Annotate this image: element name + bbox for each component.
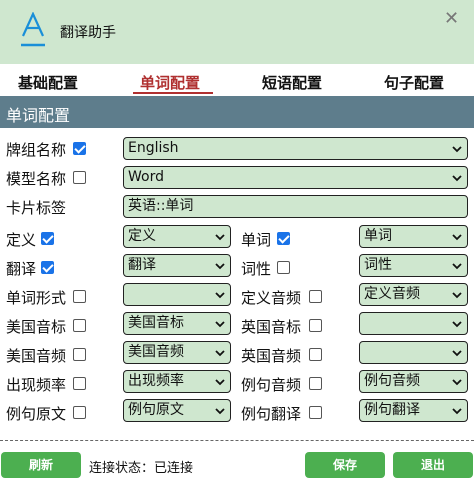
field-label-part-of-speech: 词性	[241, 260, 272, 278]
deck-name-select[interactable]: English	[123, 137, 468, 160]
chevron-down-icon	[452, 321, 462, 328]
close-icon[interactable]: ✕	[444, 8, 459, 29]
checkbox-frequency[interactable]	[73, 377, 86, 390]
select-word[interactable]: 单词	[359, 225, 468, 248]
tab-phrase-config[interactable]: 短语配置	[262, 72, 322, 93]
chevron-down-icon	[215, 350, 225, 357]
section-title: 单词配置	[6, 106, 71, 125]
select-uk-audio[interactable]	[359, 341, 468, 364]
model-name-label: 模型名称	[6, 170, 67, 188]
select-value: 出现频率	[128, 373, 184, 389]
chevron-down-icon	[215, 321, 225, 328]
field-label-example-translation: 例句翻译	[241, 405, 302, 423]
select-value: 单词	[364, 228, 392, 244]
select-value: 美国音标	[128, 315, 184, 331]
select-example-audio[interactable]: 例句音频	[359, 370, 468, 393]
deck-name-label: 牌组名称	[6, 141, 67, 159]
tab-bar: 基础配置 单词配置 短语配置 句子配置	[0, 64, 474, 96]
select-value: 美国音频	[128, 344, 184, 360]
connection-status: 连接状态：已连接	[89, 461, 194, 476]
checkbox-example-translation[interactable]	[309, 406, 322, 419]
checkbox-example-audio[interactable]	[309, 377, 322, 390]
field-label-frequency: 出现频率	[6, 376, 67, 394]
chevron-down-icon	[215, 408, 225, 415]
chevron-down-icon	[452, 408, 462, 415]
model-name-select[interactable]: Word	[123, 166, 468, 189]
checkbox-uk-audio[interactable]	[309, 348, 322, 361]
active-tab-indicator	[133, 92, 213, 94]
field-label-translation: 翻译	[6, 260, 37, 278]
checkbox-us-phonetic[interactable]	[73, 319, 86, 332]
select-us-audio[interactable]: 美国音频	[123, 341, 231, 364]
select-value: 例句原文	[128, 402, 184, 418]
field-label-us-audio: 美国音频	[6, 347, 67, 365]
select-value: 例句音频	[364, 373, 420, 389]
field-label-example-original: 例句原文	[6, 405, 67, 423]
select-translation[interactable]: 翻译	[123, 254, 231, 277]
chevron-down-icon	[452, 263, 462, 270]
select-definition[interactable]: 定义	[123, 225, 231, 248]
chevron-down-icon	[452, 379, 462, 386]
select-definition-audio[interactable]: 定义音频	[359, 283, 468, 306]
field-label-uk-phonetic: 英国音标	[241, 318, 302, 336]
model-name-value: Word	[128, 169, 164, 185]
tab-word-config[interactable]: 单词配置	[140, 72, 200, 93]
chevron-down-icon	[452, 146, 462, 153]
select-us-phonetic[interactable]: 美国音标	[123, 312, 231, 335]
select-word-forms[interactable]	[123, 283, 231, 306]
checkbox-definition-audio[interactable]	[309, 290, 322, 303]
section-header: 单词配置	[0, 96, 474, 128]
checkbox-example-original[interactable]	[73, 406, 86, 419]
field-label-word: 单词	[241, 231, 272, 249]
checkbox-word-forms[interactable]	[73, 290, 86, 303]
select-part-of-speech[interactable]: 词性	[359, 254, 468, 277]
checkbox-us-audio[interactable]	[73, 348, 86, 361]
field-label-us-phonetic: 美国音标	[6, 318, 67, 336]
refresh-button[interactable]: 刷新	[1, 452, 81, 478]
title-bar: 翻译助手 ✕	[0, 0, 474, 64]
deck-name-value: English	[128, 140, 179, 156]
field-label-definition: 定义	[6, 231, 37, 249]
save-button[interactable]: 保存	[305, 452, 385, 478]
checkbox-uk-phonetic[interactable]	[309, 319, 322, 332]
field-label-word-forms: 单词形式	[6, 289, 67, 307]
chevron-down-icon	[215, 292, 225, 299]
chevron-down-icon	[215, 234, 225, 241]
exit-button[interactable]: 退出	[393, 452, 473, 478]
checkbox-translation[interactable]	[41, 261, 54, 274]
checkbox-definition[interactable]	[41, 232, 54, 245]
chevron-down-icon	[452, 234, 462, 241]
field-label-uk-audio: 英国音频	[241, 347, 302, 365]
chevron-down-icon	[215, 263, 225, 270]
deck-name-checkbox[interactable]	[73, 142, 86, 155]
footer-divider	[0, 440, 474, 441]
checkbox-part-of-speech[interactable]	[277, 261, 290, 274]
select-example-original[interactable]: 例句原文	[123, 399, 231, 422]
card-tags-input[interactable]: 英语::单词	[123, 195, 468, 218]
checkbox-word[interactable]	[277, 232, 290, 245]
field-label-definition-audio: 定义音频	[241, 289, 302, 307]
field-label-example-audio: 例句音频	[241, 376, 302, 394]
app-logo-icon	[21, 12, 45, 47]
chevron-down-icon	[215, 379, 225, 386]
select-frequency[interactable]: 出现频率	[123, 370, 231, 393]
select-example-translation[interactable]: 例句翻译	[359, 399, 468, 422]
select-uk-phonetic[interactable]	[359, 312, 468, 335]
app-title: 翻译助手	[60, 25, 116, 41]
card-tags-value: 英语::单词	[128, 198, 194, 214]
select-value: 翻译	[128, 257, 156, 273]
card-tags-label: 卡片标签	[6, 199, 67, 217]
select-value: 定义	[128, 228, 156, 244]
select-value: 词性	[364, 257, 392, 273]
tab-basic-config[interactable]: 基础配置	[18, 72, 78, 93]
chevron-down-icon	[452, 175, 462, 182]
chevron-down-icon	[452, 292, 462, 299]
tab-sentence-config[interactable]: 句子配置	[384, 72, 444, 93]
chevron-down-icon	[452, 350, 462, 357]
select-value: 例句翻译	[364, 402, 420, 418]
select-value: 定义音频	[364, 286, 420, 302]
model-name-checkbox[interactable]	[73, 171, 86, 184]
